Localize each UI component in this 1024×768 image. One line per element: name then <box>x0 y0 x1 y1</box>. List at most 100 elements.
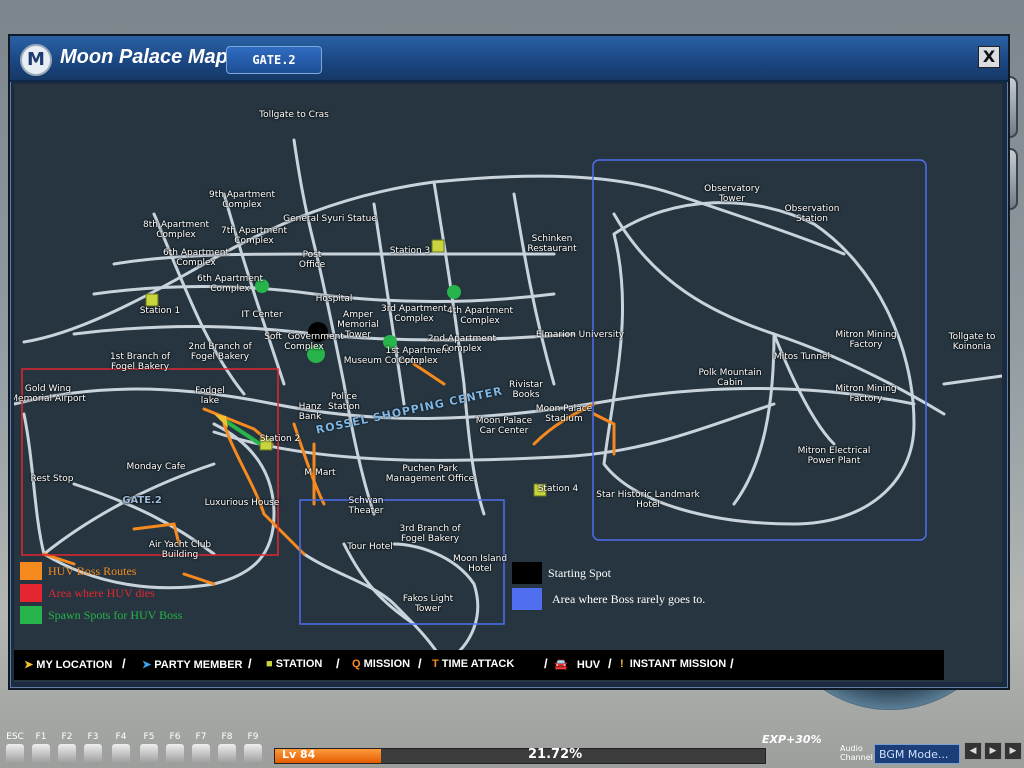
fakos-label: Fakos Light Tower <box>402 594 454 614</box>
level-label: Lv 84 <box>282 748 316 761</box>
station1-label: Station 1 <box>139 306 181 316</box>
fkey-f9[interactable]: F9 <box>240 732 266 764</box>
fkey-label: F2 <box>61 732 73 742</box>
fkey-esc[interactable]: ESC <box>2 732 28 764</box>
legend-right: Starting Spot Area where Boss rarely goe… <box>512 562 772 614</box>
luxurious-label: Luxurious House <box>204 498 280 508</box>
rest-stop-label: Rest Stop <box>30 474 74 484</box>
rarely-swatch <box>512 588 542 610</box>
fkey-label: F5 <box>143 732 155 742</box>
gate-marker-label: GATE.2 <box>122 495 162 506</box>
fkey-f5[interactable]: F5 <box>136 732 162 764</box>
starting-swatch <box>512 562 542 584</box>
polk-cabin-label: Polk Mountain Cabin <box>698 368 762 388</box>
separator: / <box>730 656 734 671</box>
station4-label: Station 4 <box>537 484 579 494</box>
huv-text: HUV <box>576 659 601 671</box>
it-center-label: IT Center <box>241 310 283 320</box>
map-titlebar: M Moon Palace Map GATE.2 X <box>10 36 1008 82</box>
soft-government-label: Soft Government Complex <box>264 332 344 352</box>
time-attack-t-icon: T <box>432 658 439 670</box>
fodgel-lake-label: Fodgel lake <box>195 386 225 406</box>
play-button[interactable]: ▶ <box>984 742 1002 760</box>
apt3-label: 3rd Apartment Complex <box>381 304 447 324</box>
moon-island-label: Moon Island Hotel <box>452 554 508 574</box>
map-icon-legend: ➤ MY LOCATION / ➤ PARTY MEMBER / ■ STATI… <box>14 650 944 680</box>
next-track-button[interactable]: ▶ <box>1004 742 1022 760</box>
separator: / <box>122 656 126 671</box>
fkey-f4[interactable]: F4 <box>108 732 134 764</box>
close-button[interactable]: X <box>978 46 1000 68</box>
station3-label: Station 3 <box>389 246 431 256</box>
hospital-label: Hospital <box>315 294 353 304</box>
spawn-legend-text: Spawn Spots for HUV Boss <box>48 608 183 622</box>
rarely-legend-text: Area where Boss rarely goes to. <box>552 592 706 606</box>
fkey-f3[interactable]: F3 <box>80 732 106 764</box>
station-text: STATION <box>275 658 323 670</box>
fkey-label: F4 <box>115 732 127 742</box>
branch3-label: 3rd Branch of Fogel Bakery <box>399 524 461 544</box>
gate-selector-button[interactable]: GATE.2 <box>226 46 322 74</box>
fkey-f7[interactable]: F7 <box>188 732 214 764</box>
fkey-label: F7 <box>195 732 207 742</box>
routes-swatch <box>20 562 42 580</box>
apt9-label: 9th Apartment Complex <box>209 190 275 210</box>
separator: / <box>608 656 612 671</box>
station-cube-icon: ■ <box>266 658 273 670</box>
map-canvas[interactable]: ROSSEL SHOPPING CENTER Tollgate to Cras … <box>14 84 1002 682</box>
apt4-label: 4th Apartment Complex <box>447 306 513 326</box>
star-hotel-label: Star Historic Landmark Hotel <box>596 490 700 510</box>
party-member-text: PARTY MEMBER <box>154 659 243 671</box>
map-icon <box>140 744 158 764</box>
huv-car-icon: 🚘 <box>554 659 568 671</box>
moon-logo-icon: M <box>20 44 52 76</box>
bgm-mode-display[interactable]: BGM Mode... D <box>874 744 960 764</box>
experience-bar <box>274 748 766 764</box>
spawn-swatch <box>20 606 42 624</box>
mission-item: Q MISSION <box>352 658 410 670</box>
fkey-f6[interactable]: F6 <box>162 732 188 764</box>
fkey-label: F6 <box>169 732 181 742</box>
instant-mission-item: ! INSTANT MISSION <box>620 658 726 670</box>
car-center-label: Moon Palace Car Center <box>475 416 533 436</box>
community-icon <box>166 744 184 764</box>
area-legend-text: Area where HUV dies <box>48 586 155 600</box>
prev-track-button[interactable]: ◀ <box>964 742 982 760</box>
help-icon <box>32 744 50 764</box>
mitron-mining-2-label: Mitron Mining Factory <box>835 384 897 404</box>
separator: / <box>248 656 252 671</box>
fkey-label: F9 <box>247 732 259 742</box>
fkey-f8[interactable]: F8 <box>214 732 240 764</box>
police-label: Police Station <box>328 392 360 412</box>
map-window: M Moon Palace Map GATE.2 X ROSSEL SHOPPI… <box>8 34 1010 690</box>
routes-legend-text: HUV Boss Routes <box>48 564 137 578</box>
fkey-label: F8 <box>221 732 233 742</box>
function-key-bar: ESC F1 F2 F3 F4 F5 F6 F7 F8 F9 <box>0 732 270 768</box>
post-office-label: Post Office <box>298 250 326 270</box>
separator: / <box>544 656 548 671</box>
rivistar-label: Rivistar Books <box>508 380 544 400</box>
fkey-f1[interactable]: F1 <box>28 732 54 764</box>
party-member-item: ➤ PARTY MEMBER <box>142 658 243 671</box>
gold-wing-label: Gold Wing Memorial Airport <box>14 384 86 404</box>
my-location-text: MY LOCATION <box>36 659 113 671</box>
apt7-label: 7th Apartment Complex <box>221 226 287 246</box>
power-plant-label: Mitron Electrical Power Plant <box>797 446 871 466</box>
apt2-label: 2nd Apartment Complex <box>427 334 497 354</box>
parts-icon <box>218 744 236 764</box>
fkey-label: F3 <box>87 732 99 742</box>
fkey-f2[interactable]: F2 <box>54 732 80 764</box>
menu-icon <box>6 744 24 764</box>
area-swatch <box>20 584 42 602</box>
monday-cafe-label: Monday Cafe <box>126 462 186 472</box>
mitos-tunnel-label: Mitos Tunnel <box>773 352 831 362</box>
audio-channel-label: Audio Channel <box>840 744 873 762</box>
arrow-icon: ➤ <box>24 659 34 671</box>
experience-percent: 21.72% <box>528 747 583 762</box>
mission-text: MISSION <box>363 658 411 670</box>
branch1-label: 1st Branch of Fogel Bakery <box>109 352 171 372</box>
gear-icon <box>192 744 210 764</box>
car-icon <box>58 744 76 764</box>
guild-icon <box>244 744 262 764</box>
time-attack-item: T TIME ATTACK <box>432 658 514 670</box>
